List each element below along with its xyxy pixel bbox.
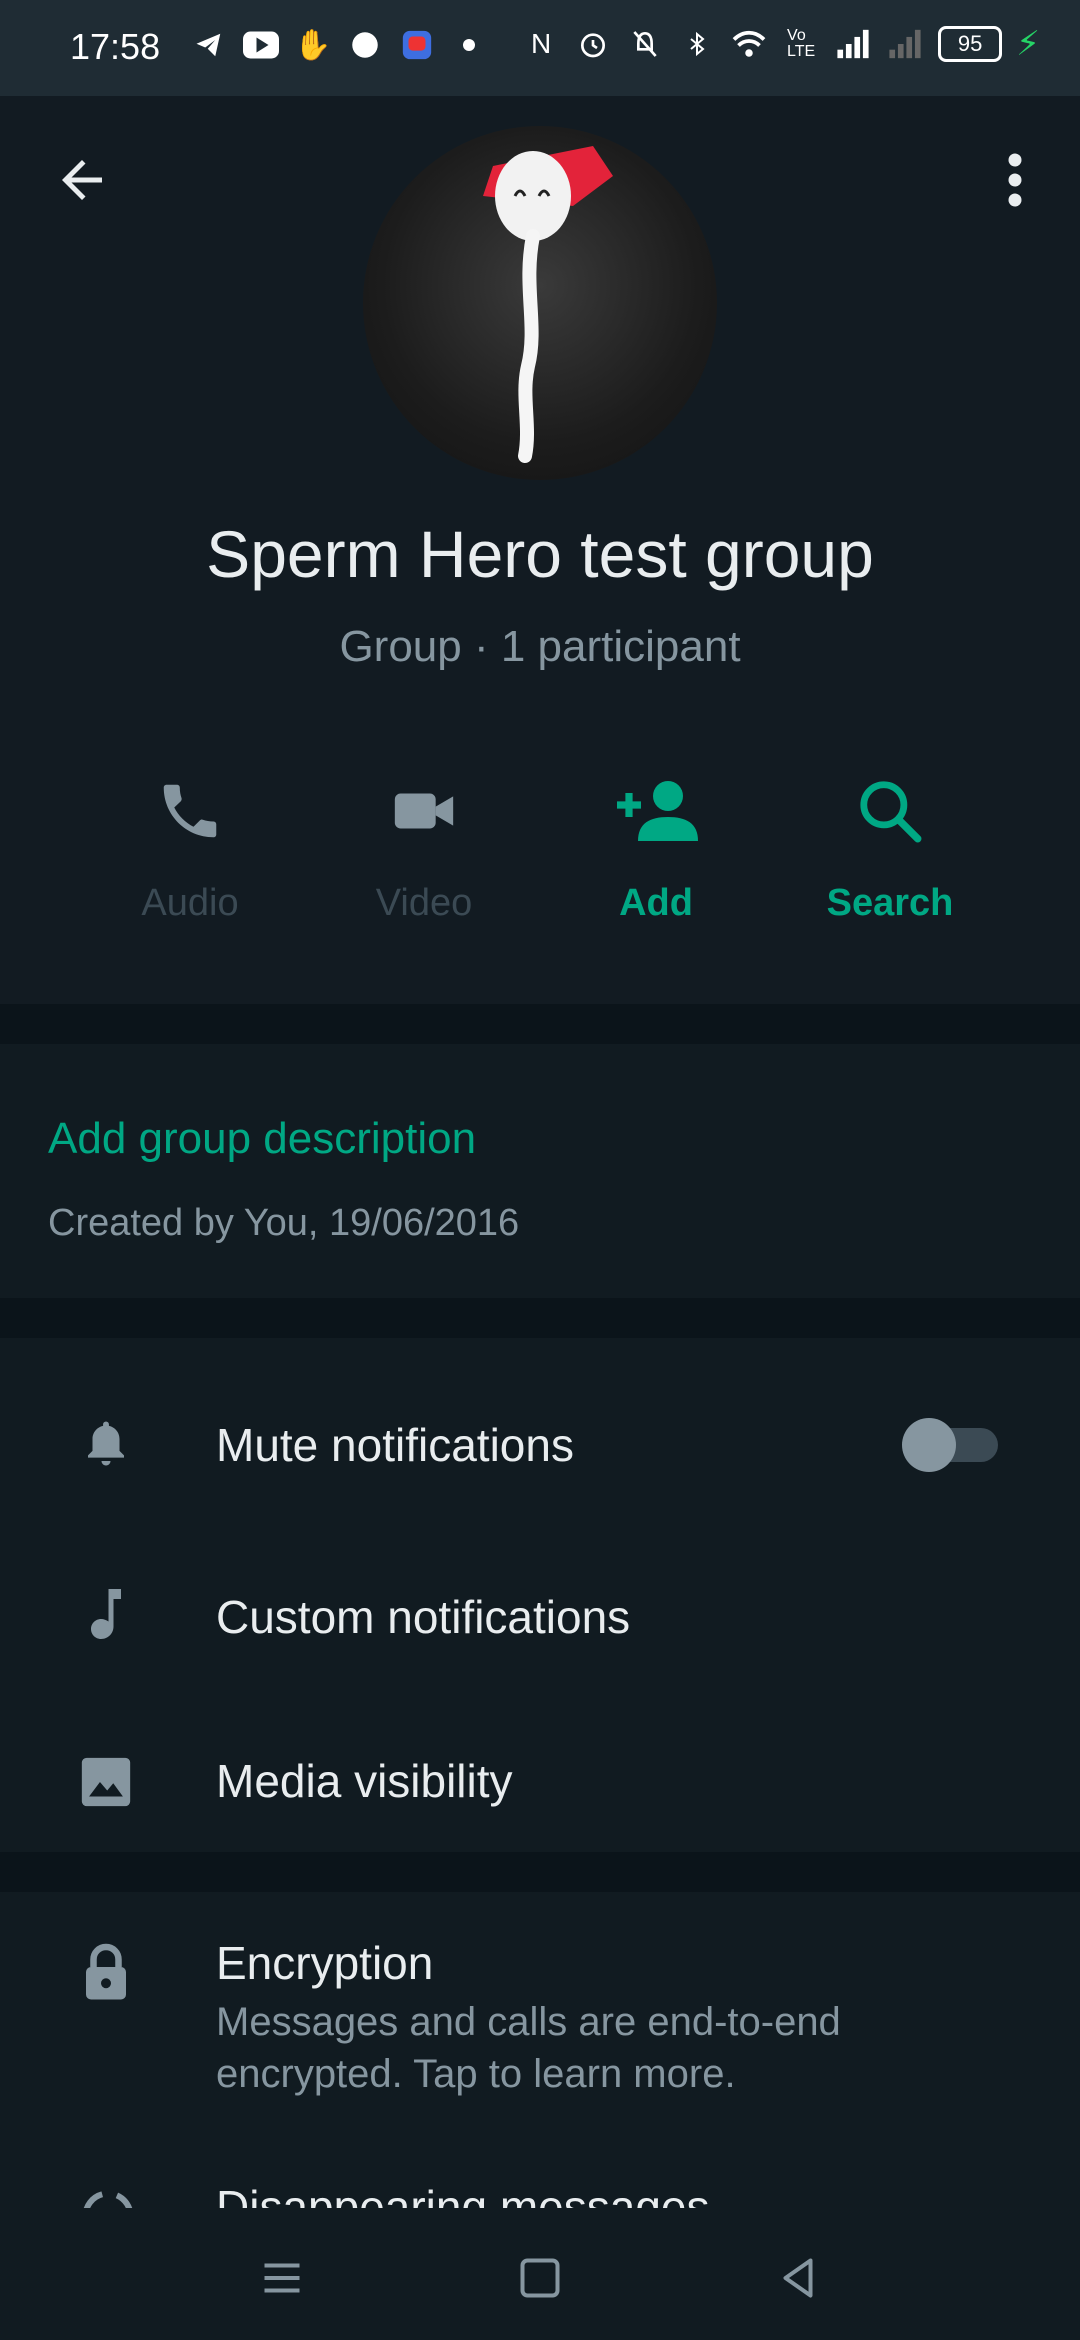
telegram-icon (190, 26, 228, 64)
more-options-button[interactable] (990, 150, 1040, 210)
alarm-icon (574, 25, 612, 63)
wave-icon: ✋ (294, 28, 332, 62)
status-notification-icons: ✋ (190, 26, 488, 64)
phone-icon (163, 784, 217, 838)
section-divider (0, 1004, 1080, 1044)
charging-icon: ⚡ (1016, 25, 1040, 63)
videocam-icon (394, 793, 454, 829)
encryption-title: Encryption (216, 1937, 434, 1989)
lock-icon (80, 1942, 132, 2007)
search-button[interactable]: Search (790, 756, 990, 925)
vibrate-icon (626, 25, 664, 63)
app-icon (346, 26, 384, 64)
add-label: Add (619, 882, 693, 924)
video-call-button[interactable]: Video (324, 756, 524, 925)
group-avatar[interactable] (363, 126, 717, 480)
more-vert-icon (1008, 153, 1022, 207)
menu-icon (264, 2263, 300, 2293)
back-button[interactable] (52, 150, 112, 210)
section-divider (0, 1298, 1080, 1338)
status-time: 17:58 (70, 26, 161, 67)
mute-toggle[interactable] (902, 1418, 1000, 1472)
add-participant-button[interactable]: Add (556, 756, 756, 925)
person-add-icon (617, 781, 698, 841)
group-name[interactable]: Sperm Hero test group (0, 516, 1080, 592)
search-icon (860, 781, 922, 843)
dot-icon (450, 26, 488, 64)
group-info-header: Sperm Hero test group Group · 1 particip… (0, 96, 1080, 1004)
system-nav-bar (0, 2208, 1080, 2340)
notification-settings: Mute notifications Custom notifications … (0, 1338, 1080, 1852)
video-label: Video (375, 882, 473, 924)
battery-icon: 95 (938, 26, 1003, 62)
arrow-left-icon (62, 160, 102, 200)
nfc-icon: N (531, 28, 552, 59)
triangle-back-icon (783, 2258, 813, 2298)
section-divider (0, 1852, 1080, 1892)
toggle-thumb (902, 1418, 956, 1472)
audio-label: Audio (141, 882, 239, 924)
created-info: Created by You, 19/06/2016 (48, 1202, 520, 1244)
audio-call-button[interactable]: Audio (90, 756, 290, 925)
bell-icon (76, 1413, 136, 1473)
encryption-section[interactable]: Encryption Messages and calls are end-to… (0, 1892, 1080, 2208)
youtube-icon (242, 26, 280, 64)
add-description-link[interactable]: Add group description (48, 1114, 476, 1164)
search-label: Search (826, 882, 954, 924)
signal-icon (834, 25, 872, 63)
image-icon (76, 1752, 136, 1812)
media-visibility-label: Media visibility (216, 1755, 513, 1807)
custom-notifications-row[interactable]: Custom notifications (0, 1538, 1080, 1688)
mute-notifications-row[interactable]: Mute notifications (0, 1368, 1080, 1518)
disappearing-messages-label[interactable]: Disappearing messages (216, 2180, 710, 2208)
back-nav-button[interactable] (768, 2248, 828, 2308)
description-section: Add group description Created by You, 19… (0, 1044, 1080, 1298)
avatar-image (483, 146, 613, 463)
volte-icon: Vo LTE (787, 27, 816, 60)
music-note-icon (76, 1584, 136, 1644)
action-buttons: Audio Video Add Search (0, 756, 1080, 956)
home-button[interactable] (510, 2248, 570, 2308)
wifi-icon (730, 25, 768, 63)
signal-off-icon (886, 25, 924, 63)
mute-notifications-label: Mute notifications (216, 1419, 574, 1471)
group-subtitle: Group · 1 participant (339, 622, 741, 671)
battery-level: 95 (957, 31, 983, 56)
encryption-description: Messages and calls are end-to-end encryp… (216, 2000, 841, 2096)
custom-notifications-label: Custom notifications (216, 1591, 631, 1643)
recents-button[interactable] (252, 2248, 312, 2308)
status-system-icons: N Vo LTE 95 ⚡ (522, 24, 1040, 64)
status-bar: 17:58 ✋ N Vo LTE 95 ⚡ (0, 0, 1080, 96)
app-icon (398, 26, 436, 64)
square-icon (520, 2258, 560, 2298)
media-visibility-row[interactable]: Media visibility (0, 1706, 1080, 1856)
bluetooth-icon (678, 25, 716, 63)
timer-icon (78, 2186, 138, 2208)
